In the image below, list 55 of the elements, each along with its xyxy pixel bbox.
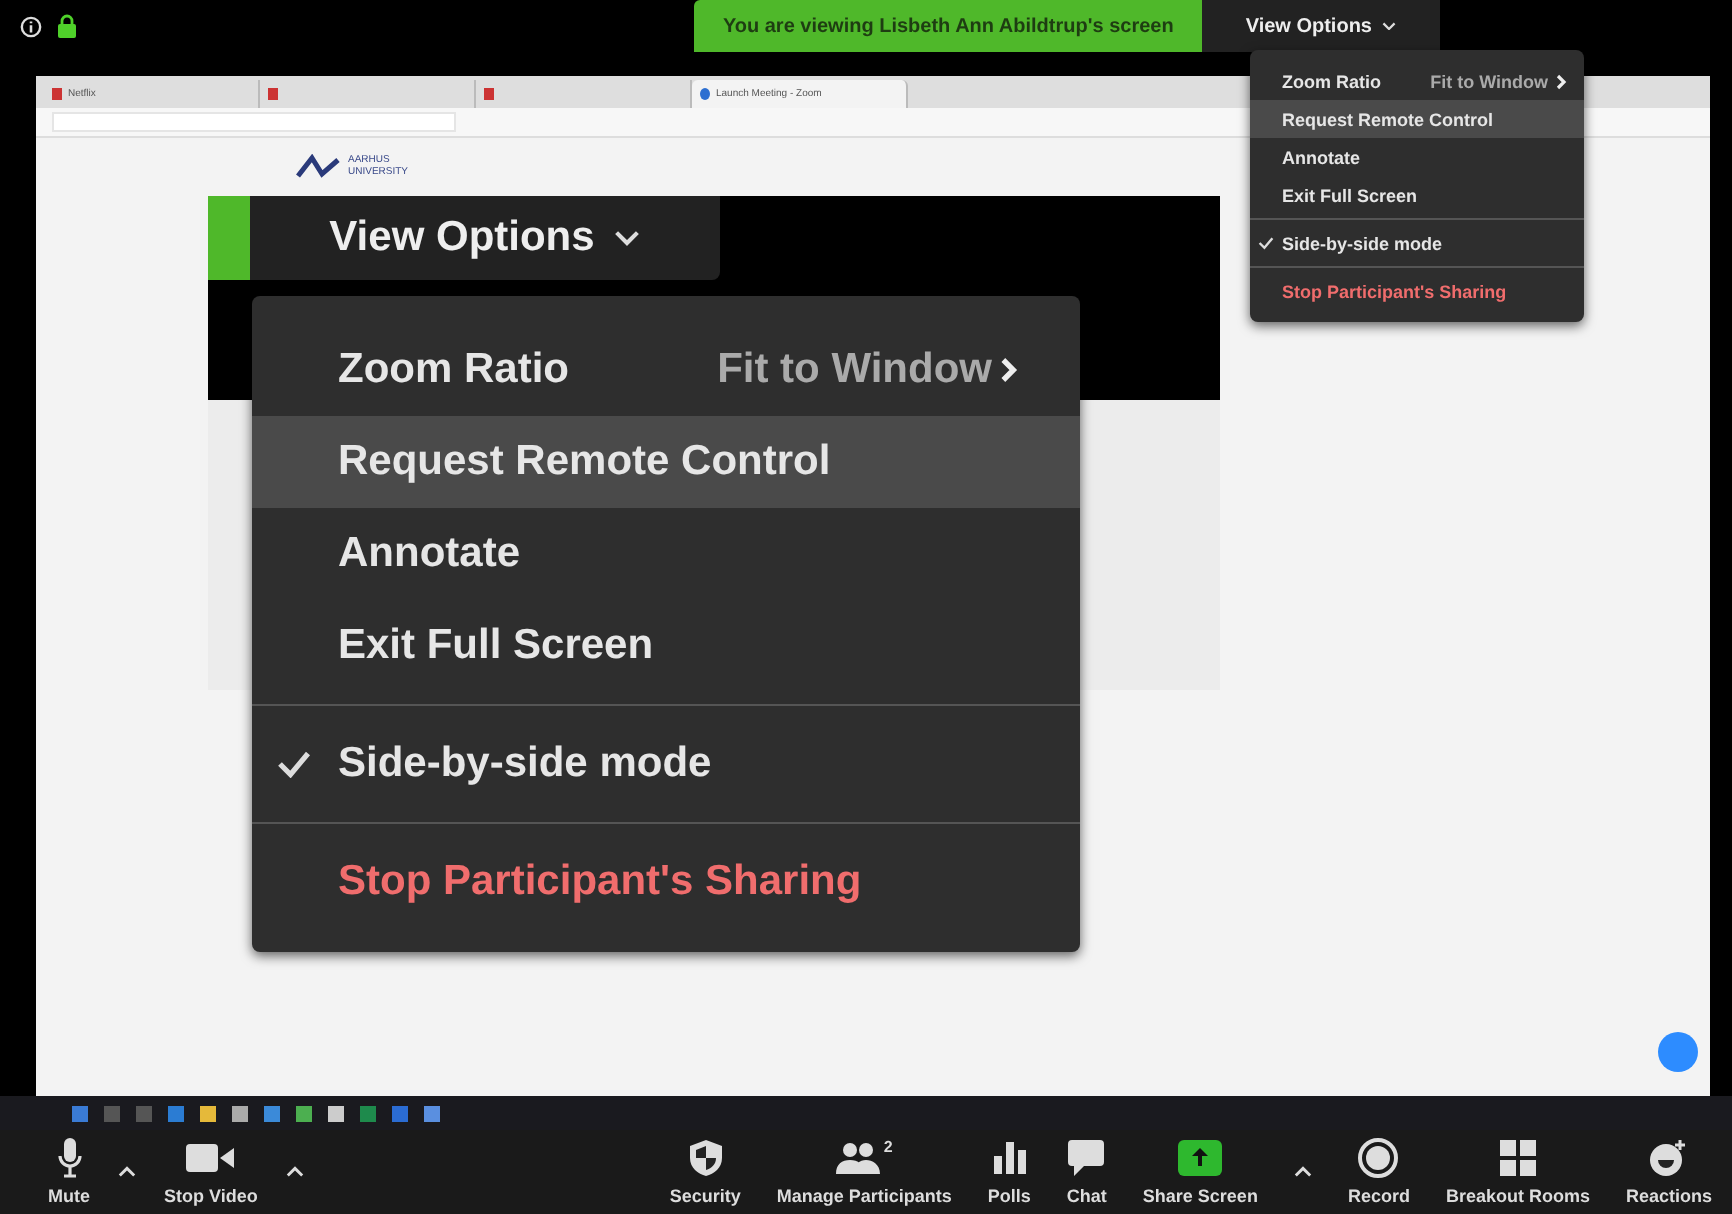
menu-item[interactable]: Stop Participant's Sharing: [1250, 272, 1584, 310]
chevron-down-icon: [614, 230, 641, 246]
participant-count: 2: [883, 1138, 893, 1156]
menu-item[interactable]: Exit Full Screen: [252, 600, 1080, 692]
record-icon: [1358, 1138, 1399, 1178]
menu-item[interactable]: Side-by-side mode: [1250, 224, 1584, 262]
menu-item[interactable]: Request Remote Control: [252, 416, 1080, 508]
toolbar-button[interactable]: Polls: [983, 1138, 1035, 1206]
toolbar-button[interactable]: Record: [1343, 1138, 1414, 1206]
lock-icon[interactable]: [58, 14, 76, 38]
caret-up-icon: [1293, 1166, 1312, 1178]
menu-item[interactable]: Annotate: [252, 508, 1080, 600]
caret-up-icon: [285, 1166, 304, 1178]
chat-bubble-icon: [1068, 1140, 1105, 1176]
caret-up-icon: [118, 1166, 136, 1178]
video-camera-icon: [186, 1142, 235, 1174]
toolbar-button[interactable]: 2 Manage Participants: [772, 1138, 956, 1206]
toolbar-button[interactable]: Mute: [44, 1138, 94, 1206]
chevron-down-icon: [1382, 21, 1396, 31]
menu-item[interactable]: Zoom Ratio Fit to Window: [252, 324, 1080, 416]
smiley-icon: [1648, 1138, 1689, 1178]
view-options-button[interactable]: View Options: [250, 196, 720, 280]
microphone-icon: [57, 1138, 81, 1178]
toolbar-button[interactable]: Chat: [1062, 1138, 1111, 1206]
grid-icon: [1499, 1140, 1536, 1176]
banner-strip: [208, 196, 250, 280]
options-caret[interactable]: [114, 1166, 140, 1178]
university-logo-icon: [296, 154, 340, 178]
menu-item[interactable]: Stop Participant's Sharing: [252, 836, 1080, 928]
toolbar-button[interactable]: Share Screen: [1138, 1138, 1262, 1206]
chevron-right-icon: [1000, 356, 1020, 384]
toolbar-button[interactable]: Stop Video: [160, 1138, 262, 1206]
viewing-banner: You are viewing Lisbeth Ann Abildtrup's screen: [694, 0, 1202, 52]
view-options-button[interactable]: View Options: [1201, 0, 1440, 52]
toolbar-button[interactable]: Security: [665, 1138, 745, 1206]
menu-item[interactable]: Side-by-side mode: [252, 718, 1080, 810]
share-screen-icon: [1178, 1140, 1223, 1176]
options-caret[interactable]: [281, 1166, 308, 1178]
menu-item[interactable]: Annotate: [1250, 138, 1584, 176]
toolbar-button[interactable]: Reactions: [1621, 1138, 1716, 1206]
toolbar-button[interactable]: Breakout Rooms: [1441, 1138, 1594, 1206]
bar-chart-icon: [993, 1142, 1026, 1174]
floating-button[interactable]: [1658, 1032, 1698, 1072]
menu-item[interactable]: Exit Full Screen: [1250, 176, 1584, 214]
options-caret[interactable]: [1289, 1166, 1316, 1178]
menu-item-value: Fit to Window: [717, 346, 992, 394]
checkmark-icon: [276, 750, 312, 778]
menu-item[interactable]: Zoom Ratio Fit to Window: [1250, 62, 1584, 100]
menu-item[interactable]: Request Remote Control: [1250, 100, 1584, 138]
info-icon[interactable]: [20, 15, 42, 37]
people-icon: [835, 1142, 880, 1174]
chevron-right-icon: [1556, 73, 1568, 89]
checkmark-icon: [1258, 236, 1274, 250]
shield-icon: [689, 1140, 722, 1176]
menu-item-value: Fit to Window: [1430, 71, 1548, 91]
